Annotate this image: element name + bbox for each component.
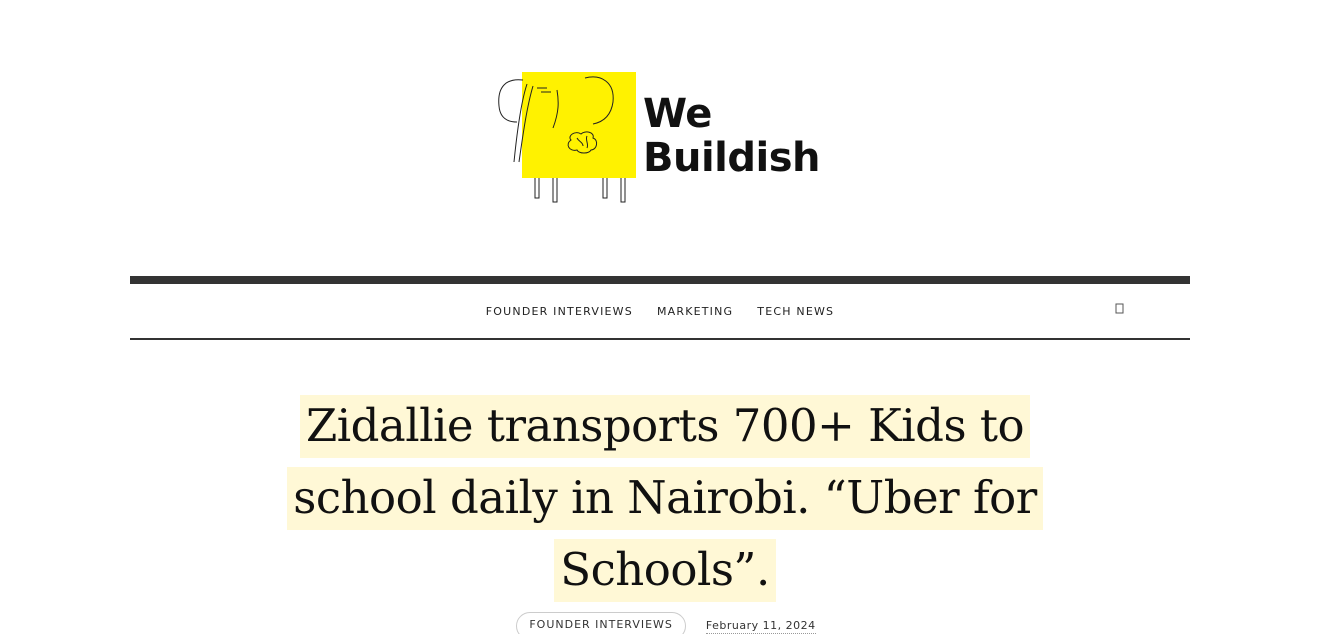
nav-item-marketing[interactable]: MARKETING (657, 305, 733, 318)
article-title-text: Zidallie transports 700+ Kids to school … (287, 395, 1043, 602)
nav-bottom-border (130, 338, 1190, 340)
site-logo[interactable]: We Buildish (497, 72, 827, 204)
logo-line-1: We (643, 91, 712, 137)
page: We Buildish FOUNDER INTERVIEWS MARKETING… (0, 0, 1332, 634)
nav-item-founder-interviews[interactable]: FOUNDER INTERVIEWS (486, 305, 633, 318)
nav-item-tech-news[interactable]: TECH NEWS (757, 305, 834, 318)
elephant-drawing-icon (498, 76, 626, 203)
main-nav: FOUNDER INTERVIEWS MARKETING TECH NEWS (130, 284, 1190, 338)
article-title: Zidallie transports 700+ Kids to school … (230, 390, 1100, 606)
article-meta: FOUNDER INTERVIEWS February 11, 2024 (0, 612, 1332, 634)
nav-top-border (130, 276, 1190, 284)
category-badge[interactable]: FOUNDER INTERVIEWS (516, 612, 686, 634)
logo-line-2: Buildish (643, 135, 821, 181)
search-icon[interactable] (1115, 303, 1125, 315)
post-date[interactable]: February 11, 2024 (705, 619, 816, 634)
elephant-logo-icon (497, 72, 637, 204)
nav-items: FOUNDER INTERVIEWS MARKETING TECH NEWS (130, 284, 1190, 338)
logo-wordmark: We Buildish (643, 91, 821, 181)
